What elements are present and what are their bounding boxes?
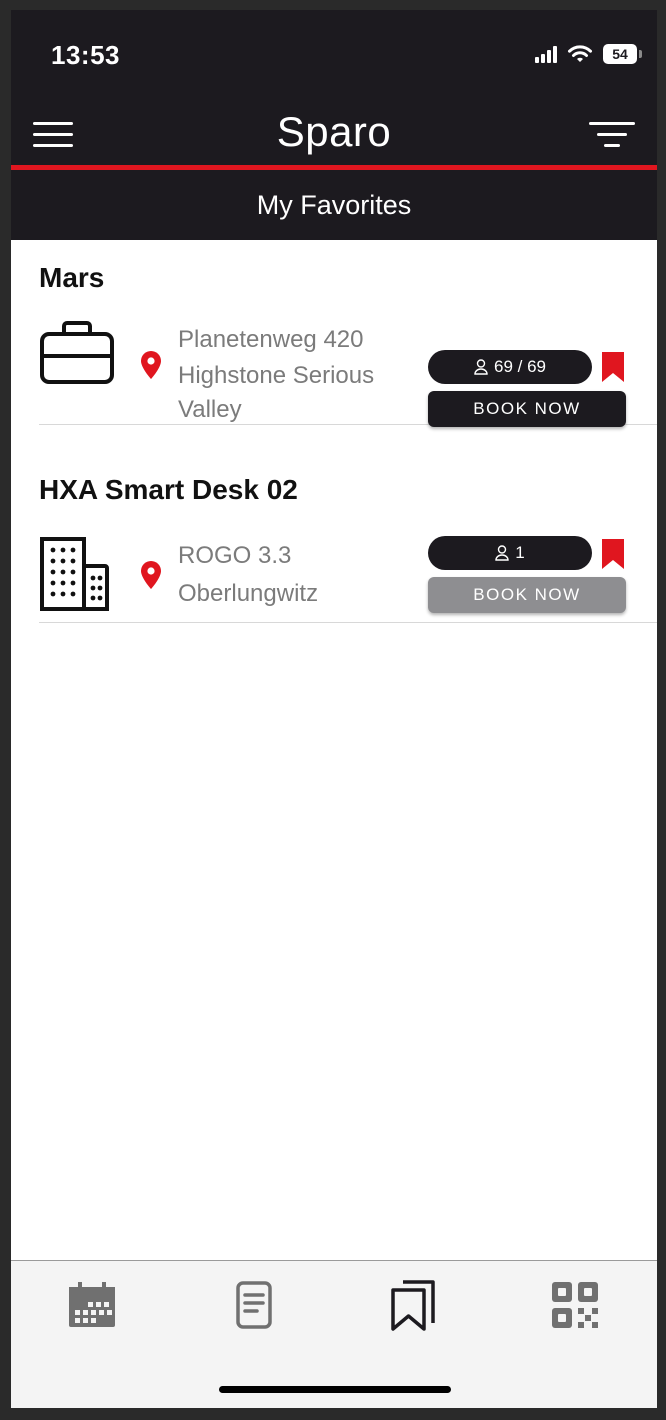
capacity-badge: 1 xyxy=(428,536,592,570)
person-icon xyxy=(474,359,488,375)
address-line: Oberlungwitz xyxy=(178,580,319,607)
calendar-icon[interactable] xyxy=(66,1279,118,1331)
resource-name: HXA Smart Desk 02 xyxy=(39,474,298,505)
capacity-value: 1 xyxy=(515,543,525,562)
capacity-badge: 69 / 69 xyxy=(428,350,592,384)
home-indicator xyxy=(219,1386,451,1393)
address-line: Highstone Serious xyxy=(178,362,375,389)
bookmark-icon[interactable] xyxy=(601,538,625,570)
address: Planetenweg 420 Highstone Serious Valley xyxy=(178,322,374,428)
building-icon xyxy=(40,537,109,611)
wifi-icon xyxy=(568,45,592,62)
status-time: 13:53 xyxy=(51,40,120,70)
app-title: Sparo xyxy=(276,108,392,155)
address: ROGO 3.3 Oberlungwitz xyxy=(178,538,318,612)
location-pin-icon xyxy=(141,351,161,379)
resource-name: Mars xyxy=(39,262,105,293)
bookmarks-icon[interactable] xyxy=(387,1279,439,1331)
accent-divider xyxy=(11,165,657,170)
address-line: Planetenweg 420 xyxy=(178,326,364,353)
document-icon[interactable] xyxy=(228,1279,280,1331)
status-icons: 54 xyxy=(535,44,642,64)
location-pin-icon xyxy=(141,561,161,589)
person-icon xyxy=(495,545,509,561)
bookmark-icon[interactable] xyxy=(601,351,625,383)
address-line: ROGO 3.3 xyxy=(178,542,292,569)
signal-icon xyxy=(535,45,557,63)
address-line: Valley xyxy=(178,396,242,423)
bottom-tab-bar xyxy=(11,1260,657,1408)
book-now-button[interactable]: BOOK NOW xyxy=(428,577,626,613)
briefcase-icon xyxy=(40,321,114,384)
qr-code-icon[interactable] xyxy=(549,1279,601,1331)
book-now-button[interactable]: BOOK NOW xyxy=(428,391,626,427)
favorite-item[interactable]: Mars Planetenweg 420 Highstone Serious V… xyxy=(39,240,657,428)
page-title: My Favorites xyxy=(256,190,412,220)
top-bar: 13:53 54 Sparo My Favorites xyxy=(11,10,657,240)
favorite-item[interactable]: HXA Smart Desk 02 ROGO 3.3 Oberlungwitz … xyxy=(39,452,657,623)
capacity-value: 69 / 69 xyxy=(494,357,546,376)
filter-button[interactable] xyxy=(589,120,637,150)
app-screen: 13:53 54 Sparo My Favorites Mars Planete… xyxy=(11,10,657,1408)
battery-icon: 54 xyxy=(603,44,642,64)
